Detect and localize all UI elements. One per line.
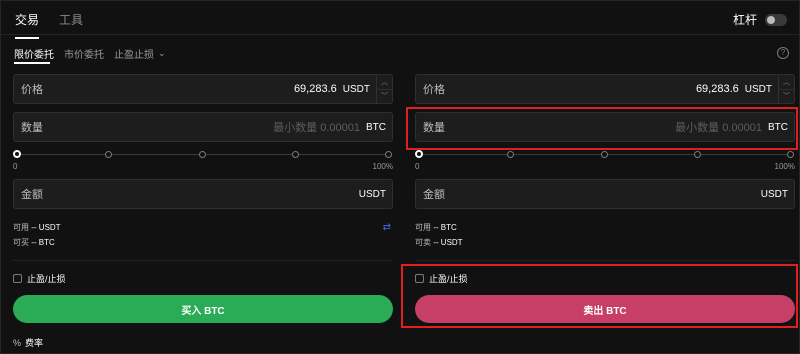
- buy-availability: 可用 -- USDT 可买 -- BTC ⇄: [13, 220, 393, 250]
- slider-step-25[interactable]: [105, 151, 112, 158]
- highlight-qty-box: [406, 107, 798, 150]
- buy-price-value[interactable]: 69,283.6: [294, 83, 337, 95]
- stepper-up-icon[interactable]: ︿: [377, 75, 392, 90]
- sell-price-unit: USDT: [744, 83, 772, 95]
- chevron-down-icon: ⌄: [158, 48, 166, 58]
- buy-tpsl-checkbox[interactable]: [13, 274, 22, 283]
- buy-divider: [13, 260, 393, 261]
- fee-label: 费率: [25, 338, 44, 348]
- sell-available-row: 可用 -- BTC: [415, 220, 795, 235]
- stepper-down-icon[interactable]: ﹀: [377, 90, 392, 104]
- tab-tpsl-label: 止盈止损: [114, 50, 154, 61]
- slider-step-75[interactable]: [694, 151, 701, 158]
- tab-limit-order[interactable]: 限价委托: [14, 46, 54, 61]
- leverage-control: 杠杆: [733, 11, 787, 28]
- sell-amount-field[interactable]: 金额 USDT: [415, 179, 795, 209]
- highlight-sell-box: [401, 264, 798, 328]
- tab-tools[interactable]: 工具: [59, 11, 83, 49]
- sell-divider: [415, 260, 795, 261]
- slider-handle[interactable]: [13, 150, 21, 158]
- percent-icon: %: [13, 337, 22, 348]
- sell-price-label: 价格: [423, 84, 445, 96]
- slider-min-label: 0: [415, 162, 420, 171]
- sell-amount-unit: USDT: [760, 188, 788, 200]
- sell-price-stepper[interactable]: ︿ ﹀: [778, 75, 794, 103]
- sell-percent-slider[interactable]: [415, 150, 795, 160]
- sell-price-field[interactable]: 价格 69,283.6 USDT ︿ ﹀: [415, 74, 795, 104]
- leverage-toggle[interactable]: [765, 13, 787, 26]
- sell-amount-label: 金额: [423, 189, 445, 201]
- header-divider: [1, 34, 799, 35]
- slider-step-100[interactable]: [385, 151, 392, 158]
- fee-rate[interactable]: % 费率: [13, 336, 393, 349]
- tab-tpsl-order[interactable]: 止盈止损 ⌄: [114, 46, 166, 61]
- sell-slider-labels: 0 100%: [415, 162, 795, 171]
- help-icon[interactable]: ?: [777, 47, 789, 59]
- slider-min-label: 0: [13, 162, 18, 171]
- buy-button[interactable]: 买入 BTC: [13, 295, 393, 323]
- sell-price-value[interactable]: 69,283.6: [696, 83, 739, 95]
- slider-max-label: 100%: [774, 162, 795, 171]
- buy-qty-label: 数量: [21, 122, 43, 134]
- max-buy-label: 可买: [13, 238, 29, 247]
- buy-tpsl-label: 止盈/止损: [27, 274, 66, 284]
- stepper-down-icon[interactable]: ﹀: [779, 90, 794, 104]
- slider-step-100[interactable]: [787, 151, 794, 158]
- buy-amount-unit: USDT: [358, 188, 386, 200]
- slider-step-50[interactable]: [601, 151, 608, 158]
- slider-step-75[interactable]: [292, 151, 299, 158]
- max-sell-value: -- USDT: [433, 238, 463, 247]
- available-value: -- USDT: [31, 223, 61, 232]
- slider-handle[interactable]: [415, 150, 423, 158]
- max-buy-value: -- BTC: [31, 238, 55, 247]
- leverage-label: 杠杆: [732, 13, 757, 27]
- available-value: -- BTC: [433, 223, 457, 232]
- order-type-tabs: 限价委托 市价委托 止盈止损 ⌄: [14, 46, 166, 61]
- transfer-icon[interactable]: ⇄: [383, 220, 391, 235]
- tab-trade[interactable]: 交易: [15, 11, 39, 49]
- buy-amount-label: 金额: [21, 189, 43, 201]
- max-sell-label: 可卖: [415, 238, 431, 247]
- buy-price-field[interactable]: 价格 69,283.6 USDT ︿ ﹀: [13, 74, 393, 104]
- tab-market-order[interactable]: 市价委托: [64, 46, 104, 61]
- buy-qty-unit: BTC: [366, 121, 386, 133]
- buy-price-label: 价格: [21, 84, 43, 96]
- buy-qty-field[interactable]: 数量 最小数量 0.00001 BTC: [13, 112, 393, 142]
- buy-slider-labels: 0 100%: [13, 162, 393, 171]
- available-label: 可用: [415, 223, 431, 232]
- buy-column: 价格 69,283.6 USDT ︿ ﹀ 数量 最小数量 0.00001 BTC…: [13, 74, 393, 349]
- sell-availability: 可用 -- BTC 可卖 -- USDT: [415, 220, 795, 250]
- slider-step-50[interactable]: [199, 151, 206, 158]
- buy-qty-placeholder[interactable]: 最小数量 0.00001: [273, 119, 360, 135]
- buy-price-stepper[interactable]: ︿ ﹀: [376, 75, 392, 103]
- available-label: 可用: [13, 223, 29, 232]
- top-tabs: 交易 工具: [15, 11, 83, 49]
- buy-price-unit: USDT: [342, 83, 370, 95]
- buy-percent-slider[interactable]: [13, 150, 393, 160]
- buy-max-row: 可买 -- BTC: [13, 235, 393, 250]
- trade-panel: 交易 工具 杠杆 限价委托 市价委托 止盈止损 ⌄ ? 价格 69,283.6 …: [0, 0, 800, 354]
- buy-amount-field[interactable]: 金额 USDT: [13, 179, 393, 209]
- sell-max-row: 可卖 -- USDT: [415, 235, 795, 250]
- buy-tpsl-option[interactable]: 止盈/止损: [13, 272, 393, 285]
- slider-step-25[interactable]: [507, 151, 514, 158]
- stepper-up-icon[interactable]: ︿: [779, 75, 794, 90]
- slider-max-label: 100%: [372, 162, 393, 171]
- active-tab-underline: [14, 62, 50, 64]
- buy-available-row: 可用 -- USDT: [13, 220, 393, 235]
